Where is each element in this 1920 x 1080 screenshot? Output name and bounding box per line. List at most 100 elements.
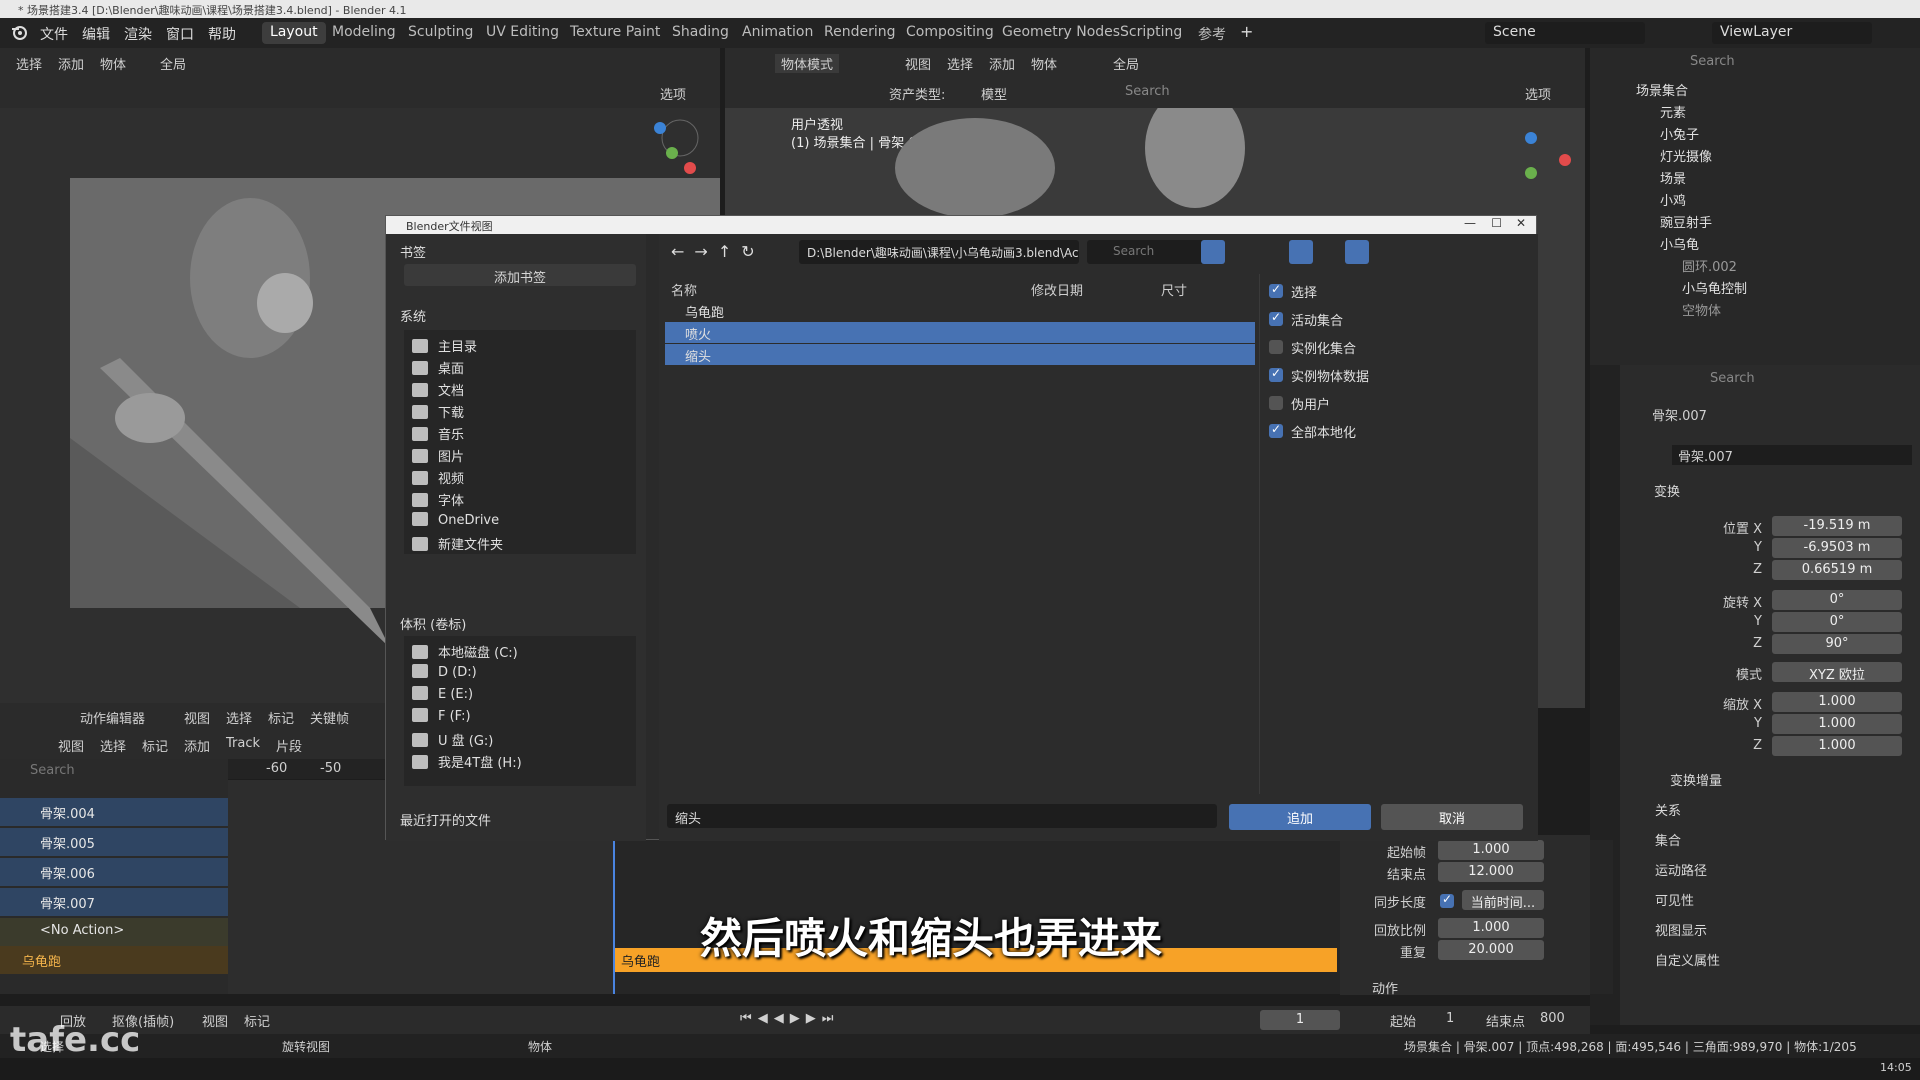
current-frame-field[interactable]: 1: [1260, 1010, 1340, 1030]
right-menu-view[interactable]: 视图: [905, 54, 931, 73]
strip-end-field[interactable]: 12.000: [1438, 862, 1544, 882]
motion-paths-section[interactable]: 运动路径: [1655, 860, 1707, 879]
nla2-menu-strip[interactable]: 片段: [276, 736, 302, 755]
opt-active-collection-checkbox[interactable]: [1269, 310, 1283, 326]
nla2-menu-track[interactable]: Track: [226, 736, 260, 751]
column-name[interactable]: 名称: [671, 280, 697, 299]
nla-menu-marker[interactable]: 标记: [268, 708, 294, 727]
tab-reference[interactable]: 参考: [1190, 22, 1234, 44]
relations-section[interactable]: 关系: [1655, 800, 1681, 819]
close-icon[interactable]: ✕: [1516, 216, 1526, 230]
outliner-item[interactable]: 小乌龟控制: [1682, 278, 1747, 297]
minimize-icon[interactable]: —: [1464, 216, 1476, 230]
tab-texture-paint[interactable]: Texture Paint: [562, 22, 668, 44]
menu-window[interactable]: 窗口: [166, 24, 194, 44]
editor-selector[interactable]: 动作编辑器: [80, 708, 145, 727]
outliner-item[interactable]: 豌豆射手: [1660, 212, 1712, 231]
tab-animation[interactable]: Animation: [734, 22, 821, 44]
delta-transform-section[interactable]: 变换增量: [1670, 770, 1722, 789]
opt-instance-object-data-checkbox[interactable]: [1269, 366, 1283, 382]
bookmarks-header[interactable]: 书签: [400, 242, 426, 261]
volume-f[interactable]: F (F:): [412, 708, 471, 724]
tab-compositing[interactable]: Compositing: [898, 22, 1002, 44]
location-x-field[interactable]: -19.519 m: [1772, 516, 1902, 536]
custom-properties-section[interactable]: 自定义属性: [1655, 950, 1720, 969]
nla2-menu-view[interactable]: 视图: [58, 736, 84, 755]
frame-start-field[interactable]: 1: [1446, 1011, 1454, 1026]
menu-render[interactable]: 渲染: [124, 24, 152, 44]
menu-edit[interactable]: 编辑: [82, 24, 110, 44]
outliner-item[interactable]: 空物体: [1682, 300, 1721, 319]
opt-fake-user-checkbox[interactable]: [1269, 396, 1283, 410]
action-section[interactable]: 动作: [1372, 978, 1398, 997]
blender-logo-icon[interactable]: [10, 23, 28, 41]
nla2-menu-marker[interactable]: 标记: [142, 736, 168, 755]
scale-z-field[interactable]: 1.000: [1772, 736, 1902, 756]
maximize-icon[interactable]: ☐: [1491, 216, 1502, 230]
left-menu-select[interactable]: 选择: [16, 54, 42, 73]
rotation-mode-select[interactable]: XYZ 欧拉: [1772, 662, 1902, 683]
outliner-item[interactable]: 场景: [1660, 168, 1686, 187]
opt-select-checkbox[interactable]: [1269, 282, 1283, 298]
asset-search-input[interactable]: Search: [1125, 84, 1170, 99]
scene-selector[interactable]: Scene: [1485, 22, 1645, 44]
left-menu-add[interactable]: 添加: [58, 54, 84, 73]
sys-item-home[interactable]: 主目录: [412, 336, 477, 355]
sync-length-checkbox[interactable]: [1440, 892, 1454, 908]
rotation-x-field[interactable]: 0°: [1772, 590, 1902, 610]
nla-row[interactable]: 骨架.007: [0, 888, 228, 916]
sys-item-music[interactable]: 音乐: [412, 424, 464, 443]
opt-instance-collections-checkbox[interactable]: [1269, 340, 1283, 354]
strip-start-field[interactable]: 1.000: [1438, 840, 1544, 860]
right-menu-add[interactable]: 添加: [989, 54, 1015, 73]
outliner-item[interactable]: 元素: [1660, 102, 1686, 121]
frame-end-field[interactable]: 800: [1540, 1011, 1565, 1026]
volume-h[interactable]: 我是4T盘 (H:): [412, 752, 522, 771]
timeline-menu-view[interactable]: 视图: [202, 1011, 228, 1030]
add-bookmark-button[interactable]: 添加书签: [404, 264, 636, 286]
menu-help[interactable]: 帮助: [208, 24, 236, 44]
nla-menu-view[interactable]: 视图: [184, 708, 210, 727]
volume-e[interactable]: E (E:): [412, 686, 473, 702]
right-menu-select[interactable]: 选择: [947, 54, 973, 73]
asset-type-selector[interactable]: 模型: [981, 84, 1007, 103]
file-search-input[interactable]: Search: [1087, 240, 1209, 264]
tab-uv-editing[interactable]: UV Editing: [478, 22, 567, 44]
left-orientation[interactable]: 全局: [160, 54, 186, 73]
nla2-menu-select[interactable]: 选择: [100, 736, 126, 755]
outliner-item[interactable]: 圆环.002: [1682, 256, 1737, 275]
nla-row[interactable]: 骨架.005: [0, 828, 228, 856]
sys-item-fonts[interactable]: 字体: [412, 490, 464, 509]
scale-y-field[interactable]: 1.000: [1772, 714, 1902, 734]
left-menu-object[interactable]: 物体: [100, 54, 126, 73]
column-size[interactable]: 尺寸: [1161, 280, 1187, 299]
sys-item-pictures[interactable]: 图片: [412, 446, 464, 465]
location-z-field[interactable]: 0.66519 m: [1772, 560, 1902, 580]
view-layer-selector[interactable]: ViewLayer: [1712, 22, 1872, 44]
sync-now-button[interactable]: 当前时间...: [1462, 890, 1544, 911]
nla-no-action[interactable]: <No Action>: [0, 918, 228, 946]
right-options[interactable]: 选项: [1525, 84, 1551, 103]
viewport-display-section[interactable]: 视图显示: [1655, 920, 1707, 939]
object-name-field[interactable]: 骨架.007: [1672, 445, 1912, 465]
nla-track-name[interactable]: 乌龟跑: [0, 946, 228, 974]
volume-c[interactable]: 本地磁盘 (C:): [412, 642, 518, 661]
right-menu-object[interactable]: 物体: [1031, 54, 1057, 73]
properties-search-input[interactable]: Search: [1710, 371, 1755, 386]
sys-item-videos[interactable]: 视频: [412, 468, 464, 487]
playback-controls[interactable]: ⏮◀◀▶▶⏭: [740, 1011, 839, 1026]
recent-header[interactable]: 最近打开的文件: [400, 810, 491, 829]
filename-input[interactable]: 缩头: [667, 804, 1217, 828]
tab-geometry-nodes[interactable]: Geometry Nodes: [994, 22, 1128, 44]
rotation-y-field[interactable]: 0°: [1772, 612, 1902, 632]
file-row[interactable]: 喷火: [665, 322, 1255, 343]
outliner-item[interactable]: 小鸡: [1660, 190, 1686, 209]
nav-buttons[interactable]: ←→↑↻: [671, 242, 765, 261]
list-view-icon[interactable]: [1201, 240, 1225, 264]
tab-rendering[interactable]: Rendering: [816, 22, 904, 44]
volume-g[interactable]: U 盘 (G:): [412, 730, 493, 749]
left-options[interactable]: 选项: [660, 84, 686, 103]
scale-x-field[interactable]: 1.000: [1772, 692, 1902, 712]
volumes-header[interactable]: 体积 (卷标): [400, 614, 466, 633]
tab-modeling[interactable]: Modeling: [324, 22, 404, 44]
